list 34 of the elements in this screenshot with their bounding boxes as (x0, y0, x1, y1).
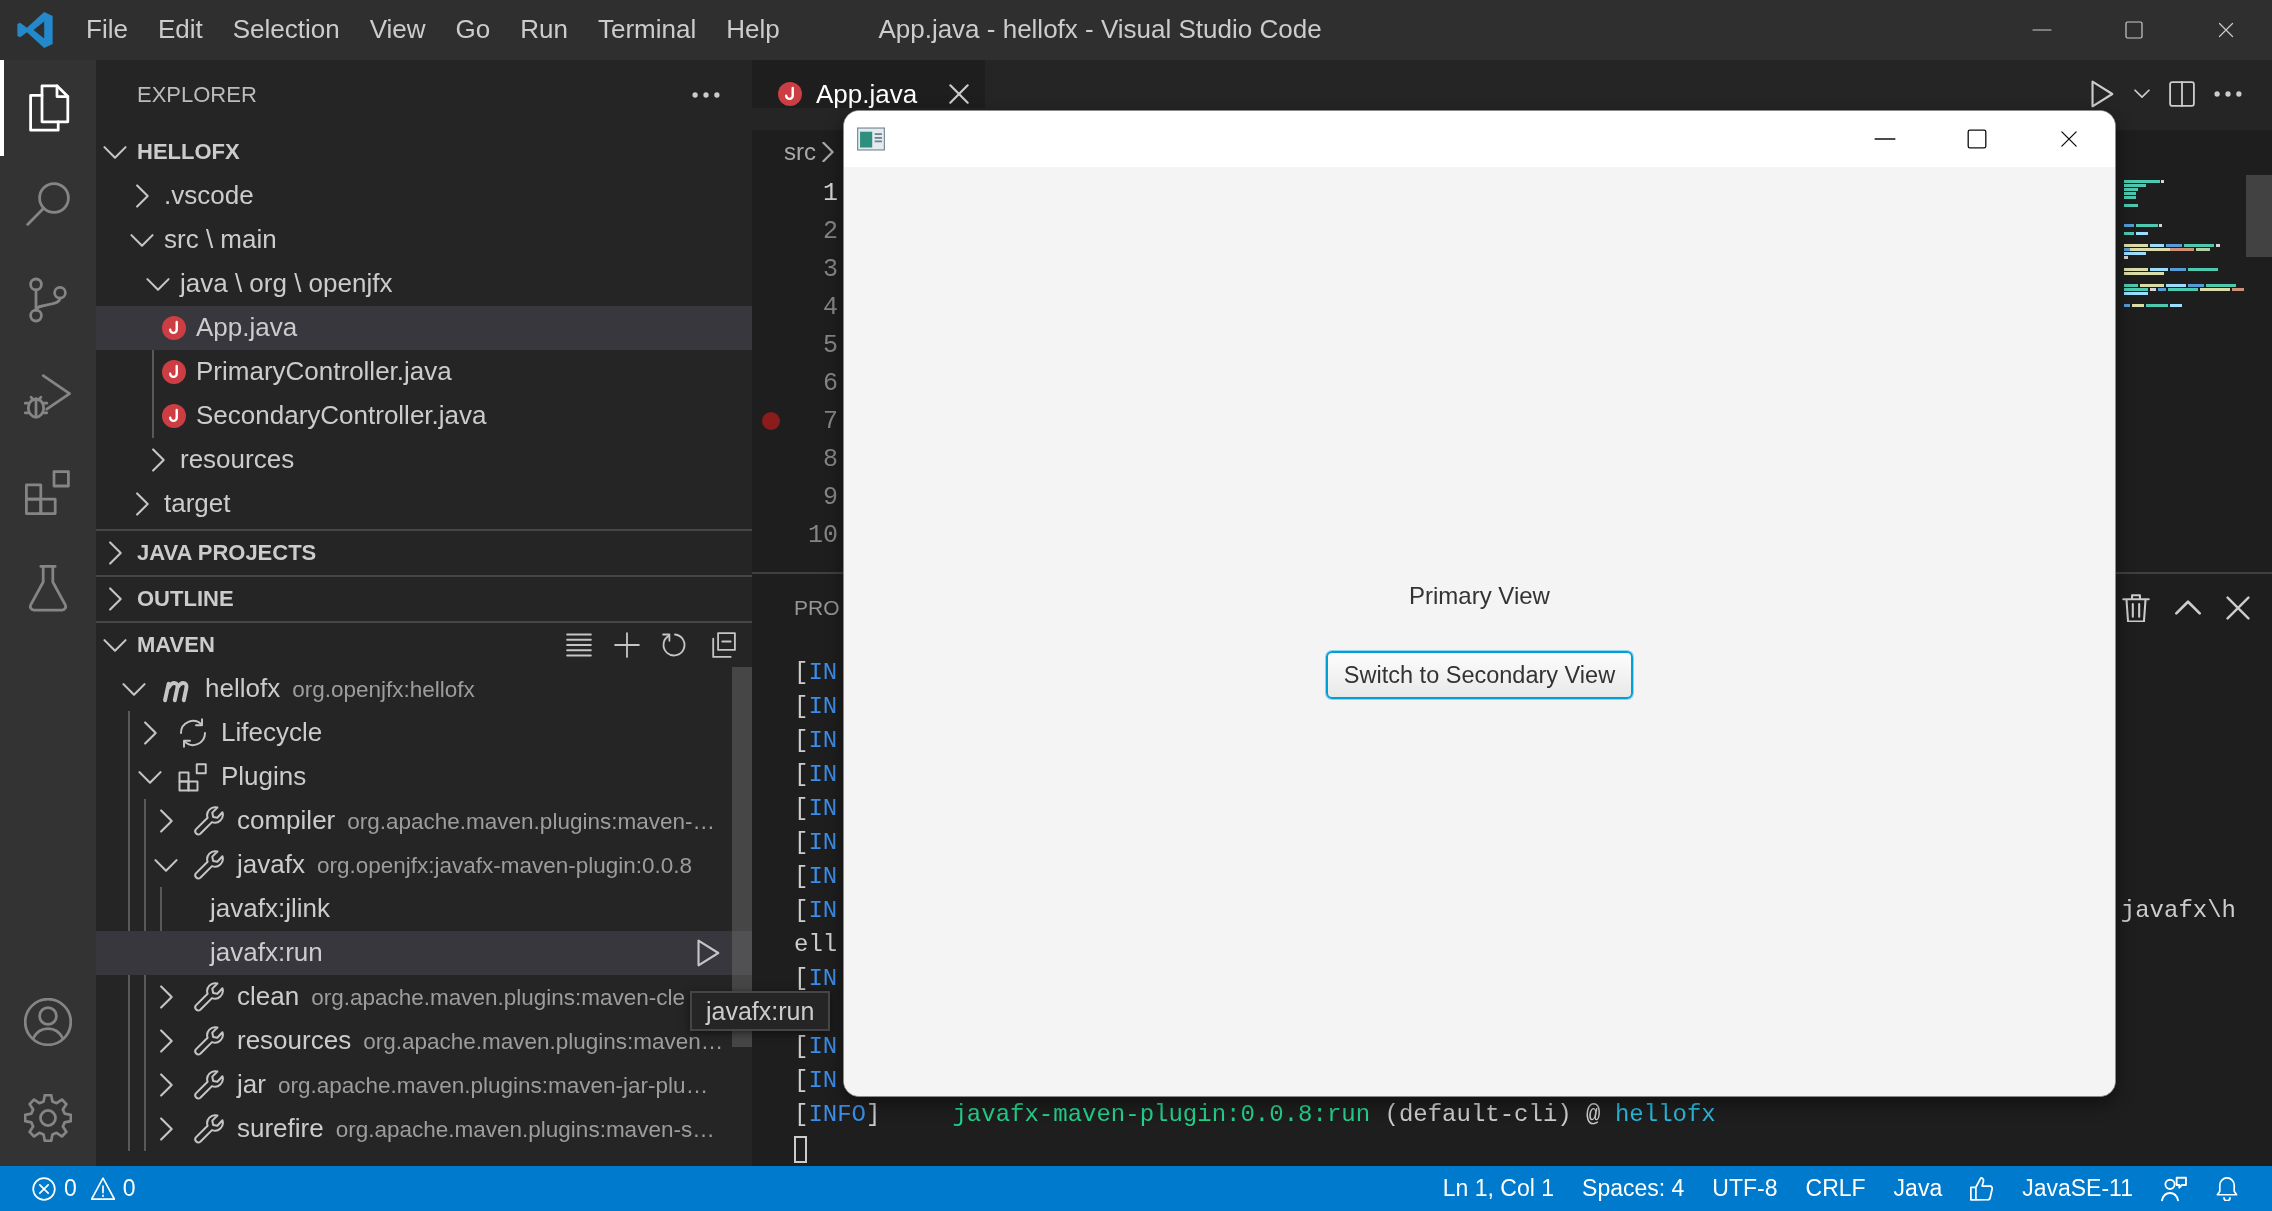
line-number: 2 (822, 218, 838, 244)
terminal-line: [IN (794, 726, 838, 756)
view-label: Primary View (1409, 582, 1550, 611)
line-number: 5 (822, 332, 838, 358)
terminal-line: [INFO] javafx-maven-plugin:0.0.8:run (default-cli) @ hellofx (794, 1100, 1716, 1130)
terminal-line: [IN (794, 896, 838, 926)
line-number: 1 (822, 180, 838, 206)
terminal-line: javafx\h (2120, 896, 2236, 926)
tree-item-description: org.apache.maven.plugins:maven-cle (311, 983, 686, 1011)
line-number: 6 (822, 370, 838, 396)
tree-item-description: org.openjfx:javafx-maven-plugin:0.0.8 (316, 851, 693, 879)
line-number: 9 (822, 484, 838, 510)
tree-item-description: org.openjfx:hellofx (292, 675, 475, 703)
terminal-line: [IN (794, 1032, 838, 1062)
terminal-line: [IN (794, 862, 838, 892)
line-number: 7 (822, 408, 838, 434)
sidebar-title: EXPLORER (137, 81, 257, 109)
window-title: App.java - hellofx - Visual Studio Code (878, 14, 1322, 46)
terminal-line: [IN (794, 760, 838, 790)
terminal-line: [IN (794, 828, 838, 858)
terminal-line: [IN (794, 692, 838, 722)
terminal-line: [IN (794, 964, 838, 994)
terminal-line: [IN (794, 658, 838, 688)
terminal-line: [IN (794, 1066, 838, 1096)
terminal-line: ell (794, 930, 838, 960)
line-number: 8 (822, 446, 838, 472)
tree-item-description: org.apache.maven.plugins:maven-jar-plu… (277, 1071, 709, 1099)
tree-item-description: org.apache.maven.plugins:maven-… (347, 807, 715, 835)
terminal-line: [IN (794, 794, 838, 824)
line-number: 4 (822, 294, 838, 320)
line-number: 10 (807, 522, 838, 548)
line-number: 3 (822, 256, 838, 282)
tree-item-description: org.apache.maven.plugins:maven-s… (335, 1115, 715, 1143)
tooltip: javafx:run (690, 991, 831, 1031)
